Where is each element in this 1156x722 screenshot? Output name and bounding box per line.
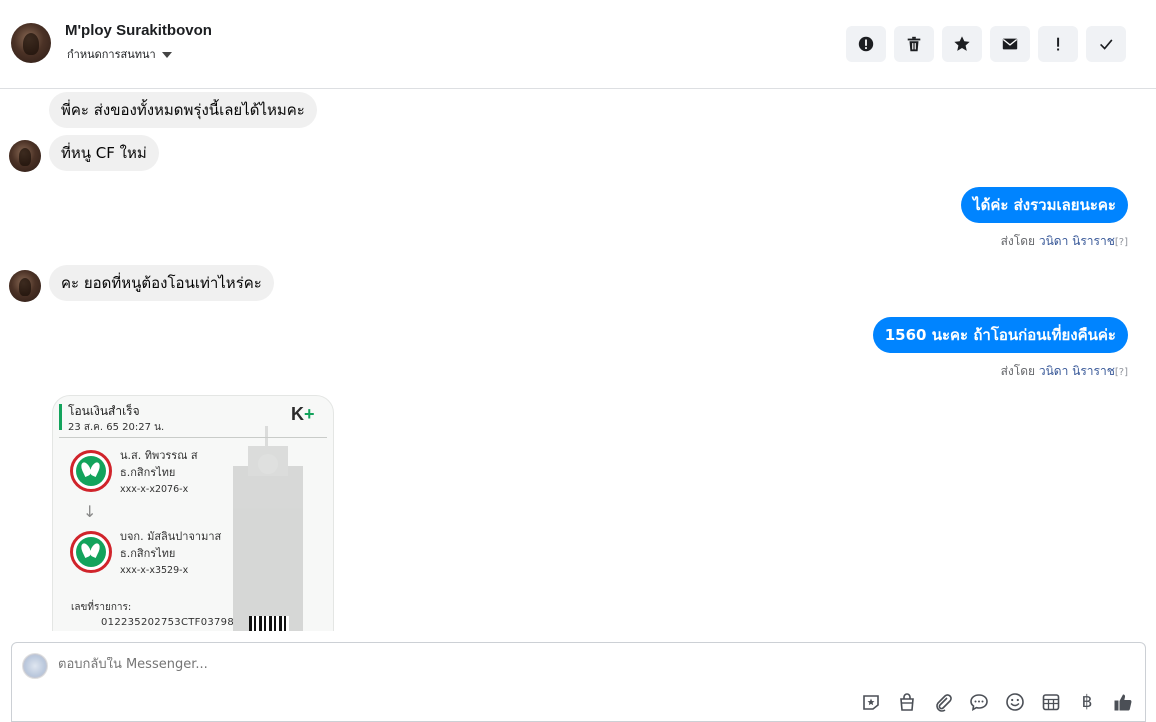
kbank-logo-icon <box>70 531 112 573</box>
header-actions <box>846 26 1126 62</box>
incoming-message[interactable]: คะ ยอดที่หนูต้องโอนเท่าไหร่คะ <box>49 265 274 301</box>
reply-input[interactable] <box>58 657 758 672</box>
exclamation-circle-icon <box>858 36 874 52</box>
contact-avatar-small[interactable] <box>9 140 41 172</box>
slip-accent-bar <box>59 404 62 430</box>
kbank-logo-icon <box>70 450 112 492</box>
kplus-logo: K+ <box>291 404 315 424</box>
receiver-account-number: xxx-x-x3529-x <box>120 565 189 576</box>
contact-avatar[interactable] <box>11 23 51 63</box>
outgoing-message[interactable]: ได้ค่ะ ส่งรวมเลยนะคะ <box>961 187 1128 223</box>
conversation-setting-label: กำหนดการสนทนา <box>67 48 156 61</box>
appointment-button[interactable] <box>1040 691 1062 713</box>
qr-code-icon <box>249 616 289 631</box>
sent-by-line: ส่งโดย วนิดา นิราราช[?] <box>1001 232 1128 251</box>
like-button[interactable] <box>1112 691 1134 713</box>
emoji-button[interactable] <box>1004 691 1026 713</box>
sender-name-link[interactable]: วนิดา นิราราช <box>1039 234 1115 248</box>
done-button[interactable] <box>1086 26 1126 62</box>
slip-title: โอนเงินสำเร็จ <box>68 404 140 418</box>
message-thread[interactable]: พี่คะ ส่งของทั้งหมดพรุ่งนี้เลยได้ไหมคะ ท… <box>0 89 1156 631</box>
receiver-bank: ธ.กสิกรไทย <box>120 547 176 560</box>
caret-down-icon <box>161 51 172 58</box>
saved-reply-button[interactable] <box>968 691 990 713</box>
sender-account-number: xxx-x-x2076-x <box>120 484 189 495</box>
sender-bank: ธ.กสิกรไทย <box>120 466 176 479</box>
contact-avatar-small[interactable] <box>9 270 41 302</box>
conversation-setting-dropdown[interactable]: กำหนดการสนทนา <box>67 45 172 63</box>
attachment-icon <box>936 694 952 712</box>
payment-button[interactable]: ฿ <box>1076 691 1098 713</box>
trash-icon <box>907 36 921 52</box>
check-icon <box>1100 39 1113 50</box>
page-avatar <box>22 653 48 679</box>
emoji-icon <box>1006 693 1024 711</box>
transfer-slip-image[interactable]: โอนเงินสำเร็จ 23 ส.ค. 65 20:27 น. K+ น.ส… <box>52 395 334 631</box>
appointment-icon <box>1042 694 1060 711</box>
contact-name[interactable]: M'ploy Surakitbovon <box>65 22 212 39</box>
sent-by-label: ส่งโดย <box>1000 364 1036 378</box>
reference-label: เลขที่รายการ: <box>71 602 132 613</box>
receiver-name: บจก. มัสลินปาจามาส <box>120 530 222 543</box>
attach-button[interactable] <box>932 691 954 713</box>
help-hint[interactable]: [?] <box>1115 237 1128 248</box>
sent-by-label: ส่งโดย <box>1000 234 1036 248</box>
important-button[interactable] <box>1038 26 1078 62</box>
report-button[interactable] <box>846 26 886 62</box>
like-icon <box>1114 694 1132 711</box>
star-button[interactable] <box>942 26 982 62</box>
star-icon <box>954 36 970 51</box>
sender-name: น.ส. ทิพวรรณ ส <box>120 449 198 462</box>
baht-icon: ฿ <box>1081 692 1093 712</box>
shop-button[interactable] <box>896 691 918 713</box>
sticker-icon <box>863 695 879 710</box>
shop-bag-icon <box>900 693 914 711</box>
envelope-icon <box>1002 38 1018 50</box>
sticker-button[interactable] <box>860 691 882 713</box>
reply-composer: ฿ <box>11 642 1146 722</box>
mark-unread-button[interactable] <box>990 26 1030 62</box>
saved-reply-icon <box>970 694 988 711</box>
exclamation-icon <box>1057 37 1060 51</box>
receiver-account: บจก. มัสลินปาจามาส ธ.กสิกรไทย xxx-x-x352… <box>120 528 221 579</box>
outgoing-message[interactable]: 1560 นะคะ ถ้าโอนก่อนเที่ยงคืนค่ะ <box>872 317 1128 353</box>
sender-name-link[interactable]: วนิดา นิราราช <box>1039 364 1115 378</box>
delete-button[interactable] <box>894 26 934 62</box>
slip-divider <box>59 437 327 438</box>
conversation-header: M'ploy Surakitbovon กำหนดการสนทนา <box>0 0 1156 89</box>
composer-toolbar: ฿ <box>860 691 1134 713</box>
sender-account: น.ส. ทิพวรรณ ส ธ.กสิกรไทย xxx-x-x2076-x <box>120 447 198 498</box>
arrow-down-icon: ↓ <box>83 502 97 521</box>
sent-by-line: ส่งโดย วนิดา นิราราช[?] <box>1001 362 1128 381</box>
slip-date: 23 ส.ค. 65 20:27 น. <box>68 422 165 433</box>
reference-number: 012235202753CTF03798 <box>101 617 235 628</box>
help-hint[interactable]: [?] <box>1115 367 1128 378</box>
incoming-message[interactable]: พี่คะ ส่งของทั้งหมดพรุ่งนี้เลยได้ไหมคะ <box>49 92 317 128</box>
incoming-message[interactable]: ที่หนู CF ใหม่ <box>49 135 159 171</box>
